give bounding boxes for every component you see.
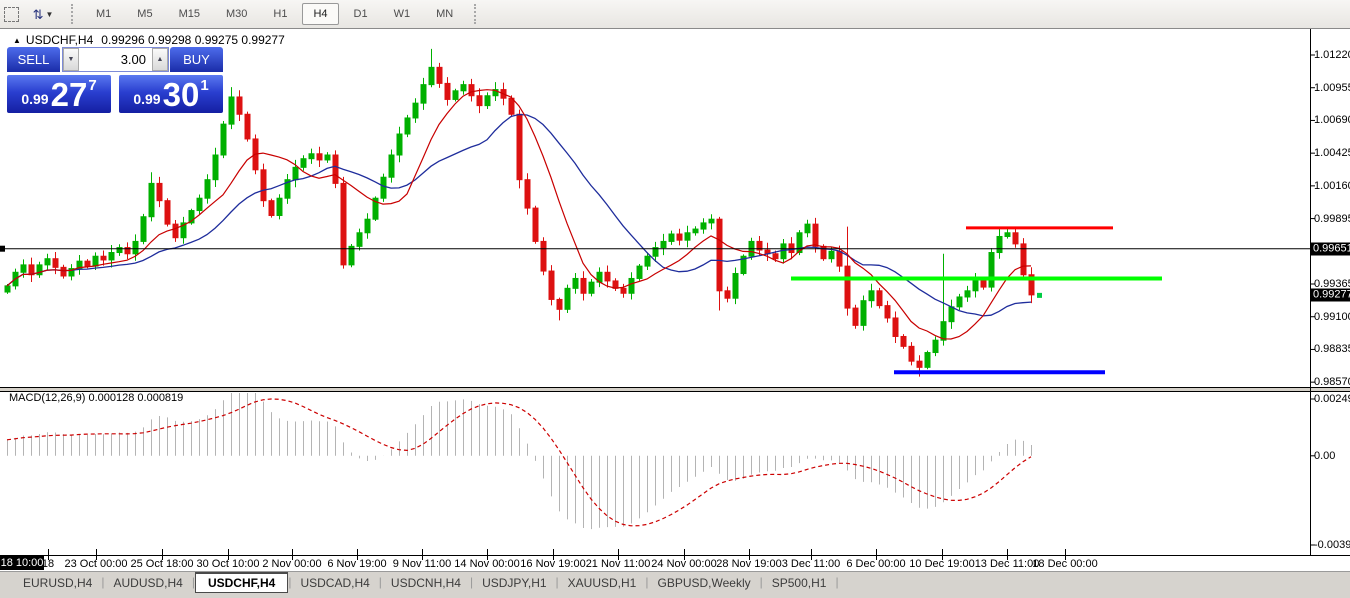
time-axis-label: 2 Nov 00:00 xyxy=(262,558,321,570)
collapse-arrow-icon[interactable]: ▲ xyxy=(13,36,21,45)
chart-tab-sp500[interactable]: SP500,H1 xyxy=(763,573,836,592)
chart-title: ▲ USDCHF,H4 0.99296 0.99298 0.99275 0.9927… xyxy=(13,33,285,47)
price-axis-tag: 0.99277 xyxy=(1311,289,1350,302)
chart-tab-eurusd[interactable]: EURUSD,H4 xyxy=(14,573,101,592)
time-axis-label: 24 Nov 00:00 xyxy=(651,558,716,570)
price-axis-label: 1.00425 xyxy=(1314,147,1350,159)
price-axis-label: 0.99895 xyxy=(1314,213,1350,225)
volume-stepper: ▼ ▲ xyxy=(62,47,169,72)
timeframe-button-m15[interactable]: M15 xyxy=(168,3,211,25)
price-axis-label: 1.01220 xyxy=(1314,49,1350,61)
toolbar-grip xyxy=(71,4,77,24)
time-axis-label: 30 Oct 10:00 xyxy=(197,558,260,570)
timeframe-button-d1[interactable]: D1 xyxy=(343,3,379,25)
timeframe-button-m1[interactable]: M1 xyxy=(85,3,122,25)
timeframe-button-m5[interactable]: M5 xyxy=(126,3,163,25)
time-axis-label: 16 Nov 19:00 xyxy=(520,558,585,570)
price-axis-label: 0.98570 xyxy=(1314,376,1350,388)
time-axis-label: 9 Nov 11:00 xyxy=(393,558,452,570)
time-axis-label: 6 Dec 00:00 xyxy=(846,558,905,570)
chart-tab-audusd[interactable]: AUDUSD,H4 xyxy=(104,573,191,592)
symbol-label: USDCHF,H4 xyxy=(26,33,93,47)
volume-input[interactable] xyxy=(79,48,152,71)
time-axis-label: 23 Oct 00:00 xyxy=(65,558,128,570)
arrange-charts-icon[interactable]: ⇅ ▼ xyxy=(26,6,60,23)
chart-tabs-bar: EURUSD,H4|AUDUSD,H4|USDCHF,H4|USDCAD,H4|… xyxy=(0,571,1350,598)
volume-decrease-button[interactable]: ▼ xyxy=(63,48,79,71)
chart-tab-usdjpy[interactable]: USDJPY,H1 xyxy=(473,573,555,592)
timeframe-button-h4[interactable]: H4 xyxy=(302,3,338,25)
chevron-down-icon: ▼ xyxy=(45,10,53,19)
timeframe-button-mn[interactable]: MN xyxy=(425,3,464,25)
time-axis-label: 25 Oct 18:00 xyxy=(131,558,194,570)
timeframe-button-m30[interactable]: M30 xyxy=(215,3,258,25)
sell-button[interactable]: SELL xyxy=(7,47,60,72)
price-axis-label: 1.00955 xyxy=(1314,82,1350,94)
time-axis-label: 28 Nov 19:00 xyxy=(716,558,781,570)
buy-price-button[interactable]: 0.99301 xyxy=(119,75,223,113)
macd-axis-label: -0.003913 xyxy=(1314,539,1350,551)
timeframe-toolbar: M1M5M15M30H1H4D1W1MN xyxy=(83,3,466,25)
price-axis-label: 0.99100 xyxy=(1314,311,1350,323)
sort-arrows-icon: ⇅ xyxy=(33,8,44,21)
bid-line-left-tag xyxy=(0,246,5,252)
chart-tab-xauusd[interactable]: XAUUSD,H1 xyxy=(559,573,646,592)
tab-separator: | xyxy=(835,575,838,589)
price-axis-tag: 0.99651 xyxy=(1311,243,1350,256)
time-axis-label: 6 Nov 19:00 xyxy=(327,558,386,570)
price-axis-label: 1.00690 xyxy=(1314,114,1350,126)
buy-price-sup: 1 xyxy=(200,77,208,94)
time-axis-label: 18 Dec 00:00 xyxy=(1032,558,1097,570)
price-axis-label: 0.98835 xyxy=(1314,343,1350,355)
time-axis-label: 10 Dec 19:00 xyxy=(909,558,974,570)
time-axis-label: 13 Dec 11:00 xyxy=(975,558,1040,570)
macd-histogram xyxy=(8,393,1032,529)
price-axis-label: 1.00160 xyxy=(1314,180,1350,192)
chart-tab-usdcad[interactable]: USDCAD,H4 xyxy=(291,573,378,592)
time-axis-label: 21 Nov 11:00 xyxy=(586,558,651,570)
sell-price-prefix: 0.99 xyxy=(21,91,48,107)
macd-indicator-label: MACD(12,26,9) 0.000128 0.000819 xyxy=(9,392,183,404)
macd-axis-label: 0.00 xyxy=(1314,450,1335,462)
timeframe-button-w1[interactable]: W1 xyxy=(383,3,422,25)
chart-tab-usdchf[interactable]: USDCHF,H4 xyxy=(195,572,288,593)
buy-price-main: 30 xyxy=(163,78,200,111)
volume-increase-button[interactable]: ▲ xyxy=(152,48,168,71)
timeframe-button-h1[interactable]: H1 xyxy=(262,3,298,25)
sell-price-main: 27 xyxy=(51,78,88,111)
one-click-trade-panel: SELL ▼ ▲ BUY 0.99277 0.99301 xyxy=(7,47,223,113)
chart-tab-usdcnh[interactable]: USDCNH,H4 xyxy=(382,573,470,592)
time-axis-highlight-tag: 18 10:00 xyxy=(0,556,44,570)
macd-axis-label: 0.002492 xyxy=(1314,393,1350,405)
pane-divider[interactable] xyxy=(0,388,1350,391)
sell-price-sup: 7 xyxy=(88,77,96,94)
time-axis-label: 14 Nov 00:00 xyxy=(454,558,519,570)
terminal-window: ⇅ ▼ M1M5M15M30H1H4D1W1MN ▲USDCHF,H40.992… xyxy=(0,0,1350,598)
time-axis-label: 3 Dec 11:00 xyxy=(782,558,841,570)
macd-signal-line xyxy=(7,399,1031,526)
selection-tool-icon[interactable] xyxy=(3,6,20,23)
sell-price-button[interactable]: 0.99277 xyxy=(7,75,111,113)
main-toolbar: ⇅ ▼ M1M5M15M30H1H4D1W1MN xyxy=(0,0,1350,29)
last-price-marker xyxy=(1037,293,1042,298)
chart-tab-gbpusd[interactable]: GBPUSD,Weekly xyxy=(648,573,759,592)
ohlc-values: 0.99296 0.99298 0.99275 0.99277 xyxy=(101,33,285,47)
buy-button[interactable]: BUY xyxy=(170,47,223,72)
buy-price-prefix: 0.99 xyxy=(133,91,160,107)
toolbar-grip xyxy=(474,4,480,24)
